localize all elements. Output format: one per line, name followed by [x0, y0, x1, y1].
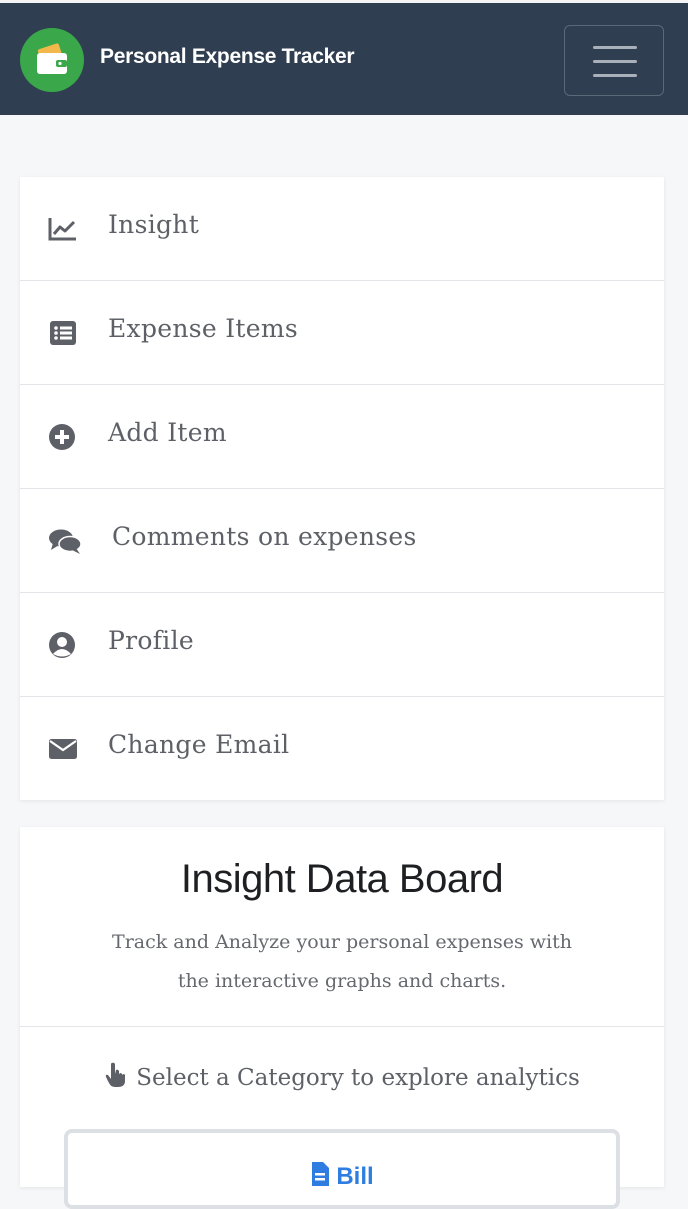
navbar: Personal Expense Tracker: [0, 0, 688, 115]
brand-name[interactable]: Personal Expense Tracker: [100, 45, 355, 69]
menu-item-profile[interactable]: Profile: [20, 593, 664, 697]
page-description: Track and Analyze your personal expenses…: [112, 931, 572, 992]
divider: [20, 1026, 664, 1027]
menu-item-label: Profile: [108, 626, 194, 655]
list-alt-icon: [50, 321, 76, 345]
select-prompt-text: Select a Category to explore analytics: [136, 1065, 580, 1091]
menu-item-comments[interactable]: Comments on expenses: [20, 489, 664, 593]
menu-item-add-item[interactable]: Add Item: [20, 385, 664, 489]
envelope-icon: [49, 739, 77, 759]
menu-item-label: Change Email: [108, 730, 290, 759]
menu-item-insight[interactable]: Insight: [20, 177, 664, 281]
category-card-label: Bill: [68, 1161, 616, 1191]
insight-data-board: Insight Data Board Track and Analyze you…: [20, 827, 664, 1209]
category-select-prompt: Select a Category to explore analytics: [20, 1061, 664, 1091]
sidebar-menu: Insight Expense Items Add Item Comments …: [20, 177, 664, 800]
navbar-toggle-button[interactable]: [564, 25, 664, 96]
plus-circle-icon: [49, 424, 75, 450]
menu-item-label: Expense Items: [108, 314, 298, 343]
category-name: Bill: [336, 1163, 374, 1190]
user-circle-icon: [49, 632, 75, 658]
menu-item-label: Insight: [108, 210, 200, 239]
chart-line-icon: [48, 218, 76, 241]
page-title: Insight Data Board: [180, 857, 504, 901]
hamburger-menu-icon: [593, 46, 637, 49]
menu-item-change-email[interactable]: Change Email: [20, 697, 664, 800]
category-card-bill[interactable]: Bill: [64, 1129, 620, 1209]
menu-item-label: Comments on expenses: [112, 522, 417, 551]
hand-pointer-icon: [105, 1062, 126, 1087]
comments-icon: [49, 529, 82, 554]
file-invoice-icon: [312, 1162, 330, 1186]
menu-item-label: Add Item: [108, 418, 227, 447]
wallet-icon[interactable]: [20, 28, 84, 92]
menu-item-expense-items[interactable]: Expense Items: [20, 281, 664, 385]
